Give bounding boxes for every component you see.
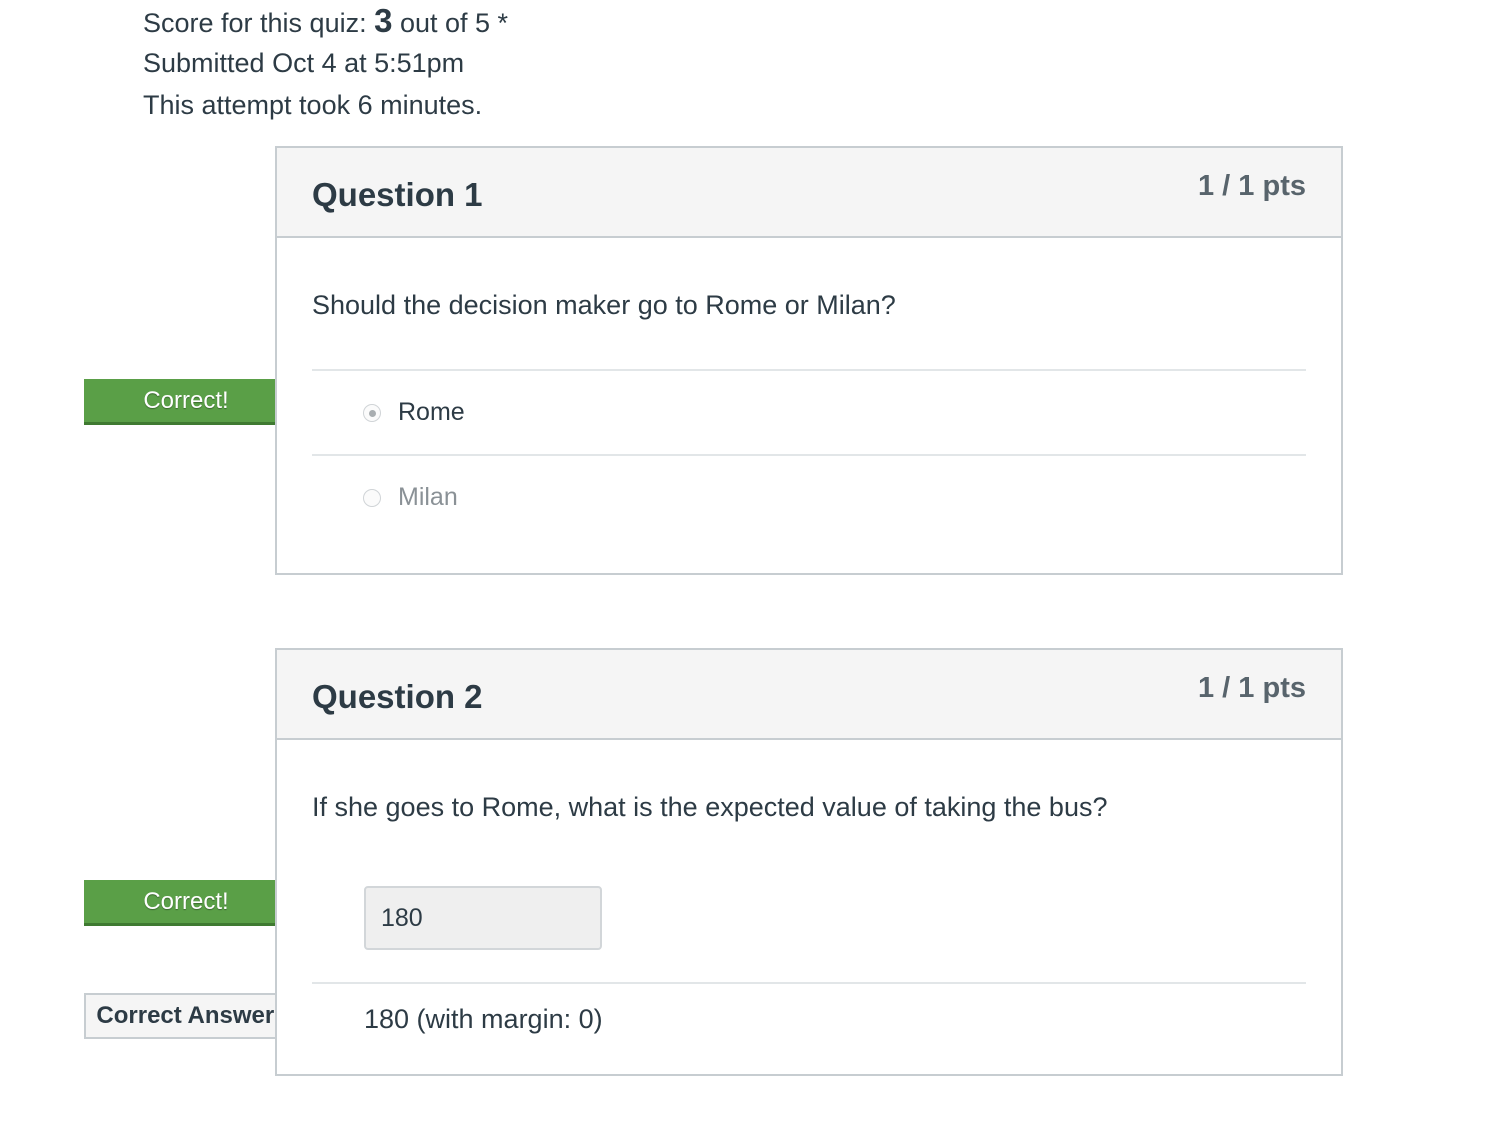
question-prompt: If she goes to Rome, what is the expecte… <box>312 792 1108 822</box>
divider <box>312 369 1306 371</box>
correct-flag-label: Correct! <box>143 888 229 915</box>
correct-answer-text: 180 (with margin: 0) <box>364 1004 603 1034</box>
quiz-summary: Score for this quiz: 3 out of 5 * Submit… <box>143 0 508 126</box>
question-points: 1 / 1 pts <box>1198 672 1306 704</box>
radio-unselected-icon[interactable] <box>363 488 381 507</box>
question-1: Question 1 1 / 1 pts Should the decision… <box>275 146 1343 575</box>
question-points: 1 / 1 pts <box>1198 170 1306 202</box>
answer-label: Milan <box>398 483 458 511</box>
question-header: Question 1 1 / 1 pts <box>277 148 1341 238</box>
score-suffix: out of 5 * <box>392 8 509 38</box>
radio-selected-icon[interactable] <box>363 403 381 422</box>
question-title: Question 2 <box>312 678 483 715</box>
correct-answers-label: Correct Answers <box>96 1002 288 1029</box>
question-prompt: Should the decision maker go to Rome or … <box>312 290 896 320</box>
answer-option-rome[interactable]: Rome <box>363 398 465 427</box>
divider <box>312 982 1306 984</box>
correct-flag-label: Correct! <box>143 387 229 414</box>
correct-flag-q1: Correct! <box>84 379 302 425</box>
score-prefix: Score for this quiz: <box>143 8 375 38</box>
answer-input[interactable]: 180 <box>364 886 602 950</box>
divider <box>312 454 1306 456</box>
question-header: Question 2 1 / 1 pts <box>277 650 1341 740</box>
score-value: 3 <box>374 2 393 39</box>
score-line: Score for this quiz: 3 out of 5 * <box>143 0 508 42</box>
answer-label: Rome <box>398 398 465 426</box>
submitted-time: Submitted Oct 4 at 5:51pm <box>143 48 465 78</box>
question-title: Question 1 <box>312 176 483 213</box>
correct-flag-q2: Correct! <box>84 880 302 926</box>
attempt-duration: This attempt took 6 minutes. <box>143 90 483 120</box>
answer-option-milan[interactable]: Milan <box>363 483 458 512</box>
question-2: Question 2 1 / 1 pts If she goes to Rome… <box>275 648 1343 1076</box>
